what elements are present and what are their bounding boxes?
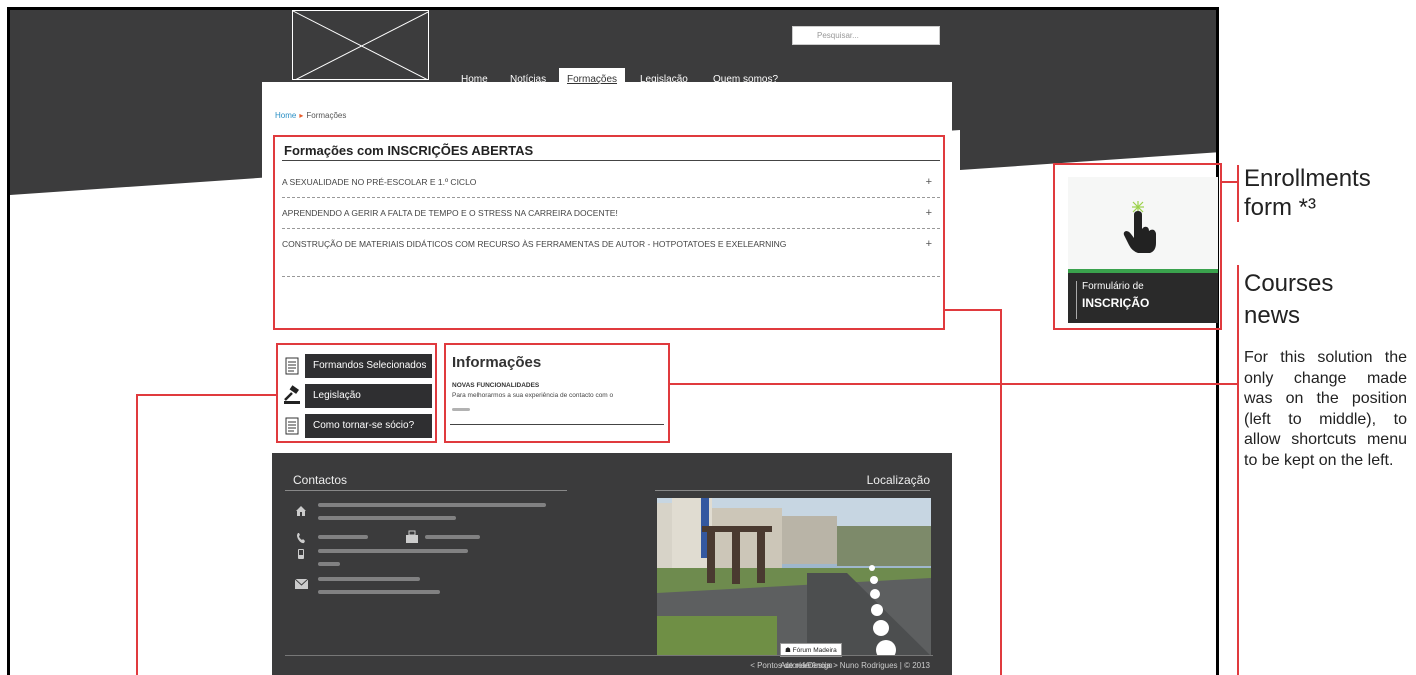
wireframe-annotated-page: Pesquisar... Home Notícias Formações Leg… [0, 0, 1416, 675]
location-divider [655, 490, 930, 491]
nav-noticias[interactable]: Notícias [510, 68, 546, 92]
nav-quem-somos[interactable]: Quem somos? [713, 68, 778, 92]
credits: Autoria/Design - Nuno Rodrigues | © 2013 [780, 661, 930, 670]
contacts-title: Contactos [293, 473, 348, 487]
connector-line [136, 394, 138, 675]
location-title: Localização [866, 473, 930, 487]
annotation-enrollments: Enrollments [1244, 165, 1371, 192]
logo-placeholder[interactable] [292, 10, 429, 80]
search-input[interactable]: Pesquisar... [792, 26, 940, 45]
mobile-icon [298, 549, 304, 559]
info-highlight-box [444, 343, 670, 443]
connector-line [1237, 165, 1239, 222]
annotation-courses-news: Courses [1244, 270, 1334, 297]
map-place-text: Fórum Madeira [792, 647, 837, 654]
connector-line [1222, 181, 1238, 183]
connector-line [1000, 309, 1002, 675]
courses-highlight-box [273, 135, 945, 330]
mail-icon [295, 579, 308, 589]
fax-icon [406, 530, 418, 543]
breadcrumb-separator-icon: ▸ [299, 111, 304, 120]
blurred-address [318, 503, 546, 507]
home-icon [296, 506, 306, 516]
footer-divider [285, 655, 933, 656]
connector-line [1237, 265, 1239, 675]
contacts-divider [285, 490, 567, 491]
breadcrumb: Home ▸ Formações [275, 111, 346, 120]
annotation-note: For this solution the only change made w… [1244, 349, 1407, 469]
connector-line [136, 394, 276, 396]
blurred-email [318, 590, 440, 594]
connector-line [945, 309, 1002, 311]
nav-legislacao[interactable]: Legislação [640, 68, 688, 92]
shortcuts-highlight-box [276, 343, 437, 443]
blurred-fax [425, 535, 480, 539]
enroll-bar-accent [1076, 281, 1077, 319]
connector-line [670, 383, 1238, 385]
breadcrumb-home[interactable]: Home [275, 111, 296, 120]
enroll-label-line1: Formulário de [1082, 281, 1144, 292]
nav-formacoes[interactable]: Formações [559, 68, 626, 92]
blurred-mobile [318, 562, 340, 566]
blurred-mobile [318, 549, 468, 553]
annotation-courses-news-line2: news [1244, 302, 1301, 329]
blurred-email [318, 577, 420, 581]
annotation-enrollments-line2: form *³ [1244, 194, 1316, 221]
enroll-label-line2: INSCRIÇÃO [1082, 296, 1150, 310]
nav-home[interactable]: Home [461, 68, 488, 92]
phone-icon [297, 533, 305, 544]
pin-icon: ☗ [785, 647, 793, 654]
breadcrumb-current: Formações [306, 111, 347, 120]
street-view-map[interactable] [657, 498, 931, 656]
blurred-address [318, 516, 456, 520]
blurred-phone [318, 535, 368, 539]
